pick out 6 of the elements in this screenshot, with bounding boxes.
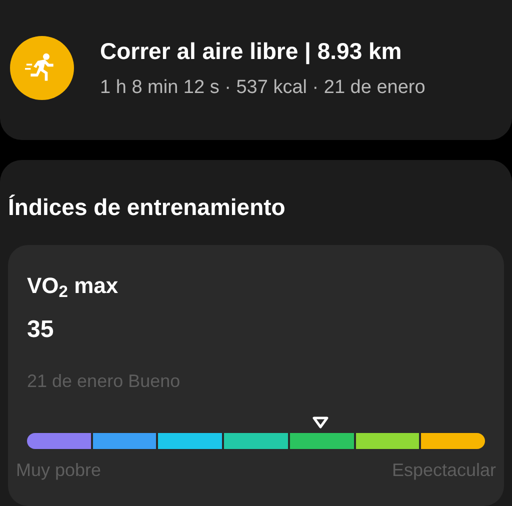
metric-value: 35 [27,314,55,344]
activity-title: Correr al aire libre | 8.93 km [100,36,403,66]
metric-name: VO$_{2}$ max [27,272,120,302]
activity-card[interactable]: Correr al aire libre | 8.93 km 1 h 8 min 12 s · 537 kcal · 21 de enero [0,0,512,140]
activity-details: 1 h 8 min 12 s · 537 kcal · 21 de enero [100,76,426,100]
section-title: Índices de entrenamiento [8,193,286,222]
